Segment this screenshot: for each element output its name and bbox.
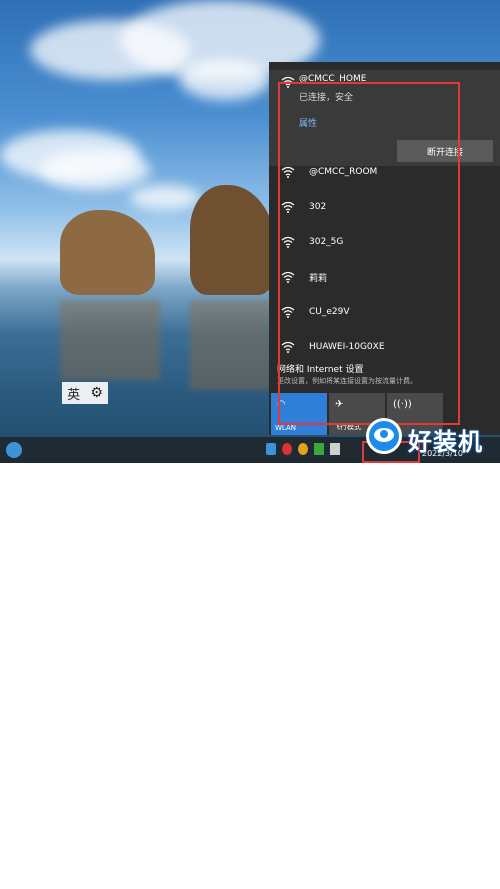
- tray-app-icon[interactable]: [282, 443, 292, 455]
- ime-widget[interactable]: 英 ⚙: [62, 382, 108, 404]
- properties-link[interactable]: 属性: [299, 116, 317, 129]
- network-item[interactable]: CU_e29V: [269, 300, 500, 324]
- network-ssid: 302: [309, 202, 327, 212]
- network-item[interactable]: @CMCC_ROOM: [269, 160, 500, 184]
- network-ssid: 302_5G: [309, 237, 344, 247]
- wifi-icon: [281, 306, 295, 318]
- network-settings-description: 更改设置，例如将某连接设置为按流量计费。: [277, 377, 417, 385]
- wifi-icon: ◠: [277, 399, 286, 410]
- connected-ssid: @CMCC_HOME: [299, 74, 367, 84]
- wifi-icon: [281, 166, 295, 178]
- wlan-tile-label: WLAN: [275, 424, 297, 432]
- tray-app-icon[interactable]: [314, 443, 324, 455]
- network-item[interactable]: 302_5G: [269, 230, 500, 254]
- ime-language-label[interactable]: 英: [67, 384, 80, 403]
- watermark-logo: 好装机: [360, 410, 500, 463]
- wlan-tile[interactable]: ◠ WLAN: [271, 393, 327, 435]
- wifi-icon: [281, 236, 295, 248]
- watermark-text: 好装机: [408, 428, 483, 456]
- network-settings-link[interactable]: 网络和 Internet 设置: [277, 362, 363, 375]
- airplane-icon: ✈: [335, 399, 344, 410]
- network-ssid: @CMCC_ROOM: [309, 167, 378, 177]
- gear-icon[interactable]: ⚙: [90, 385, 103, 401]
- wifi-icon: [281, 201, 295, 213]
- logo-pupil: [380, 430, 388, 438]
- network-item[interactable]: 莉莉: [269, 265, 500, 289]
- hotspot-icon: ((·)): [393, 399, 412, 410]
- chevron-up-icon[interactable]: ^: [403, 878, 411, 889]
- start-button[interactable]: [6, 442, 22, 458]
- airplane-tile-label: 飞行模式: [333, 423, 361, 431]
- network-ssid: HUAWEI-10G0XE: [309, 342, 385, 352]
- tray-app-icon[interactable]: [298, 443, 308, 455]
- wifi-icon: [281, 76, 295, 88]
- system-tray: [266, 443, 340, 455]
- network-ssid: 莉莉: [309, 273, 328, 284]
- connected-network[interactable]: @CMCC_HOME 已连接，安全 属性 断开连接: [269, 70, 500, 166]
- disconnect-button[interactable]: 断开连接: [397, 140, 493, 162]
- network-item[interactable]: HUAWEI-10G0XE: [269, 335, 500, 359]
- connection-status: 已连接，安全: [299, 93, 354, 103]
- wifi-icon: [281, 341, 295, 353]
- bluetooth-icon[interactable]: [266, 443, 276, 455]
- network-item[interactable]: 302: [269, 195, 500, 219]
- tray-app-icon[interactable]: [330, 443, 340, 455]
- network-flyout: @CMCC_HOME 已连接，安全 属性 断开连接 @CMCC_ROOM 302…: [269, 62, 500, 435]
- network-ssid: CU_e29V: [309, 307, 350, 317]
- wifi-icon: [281, 271, 295, 283]
